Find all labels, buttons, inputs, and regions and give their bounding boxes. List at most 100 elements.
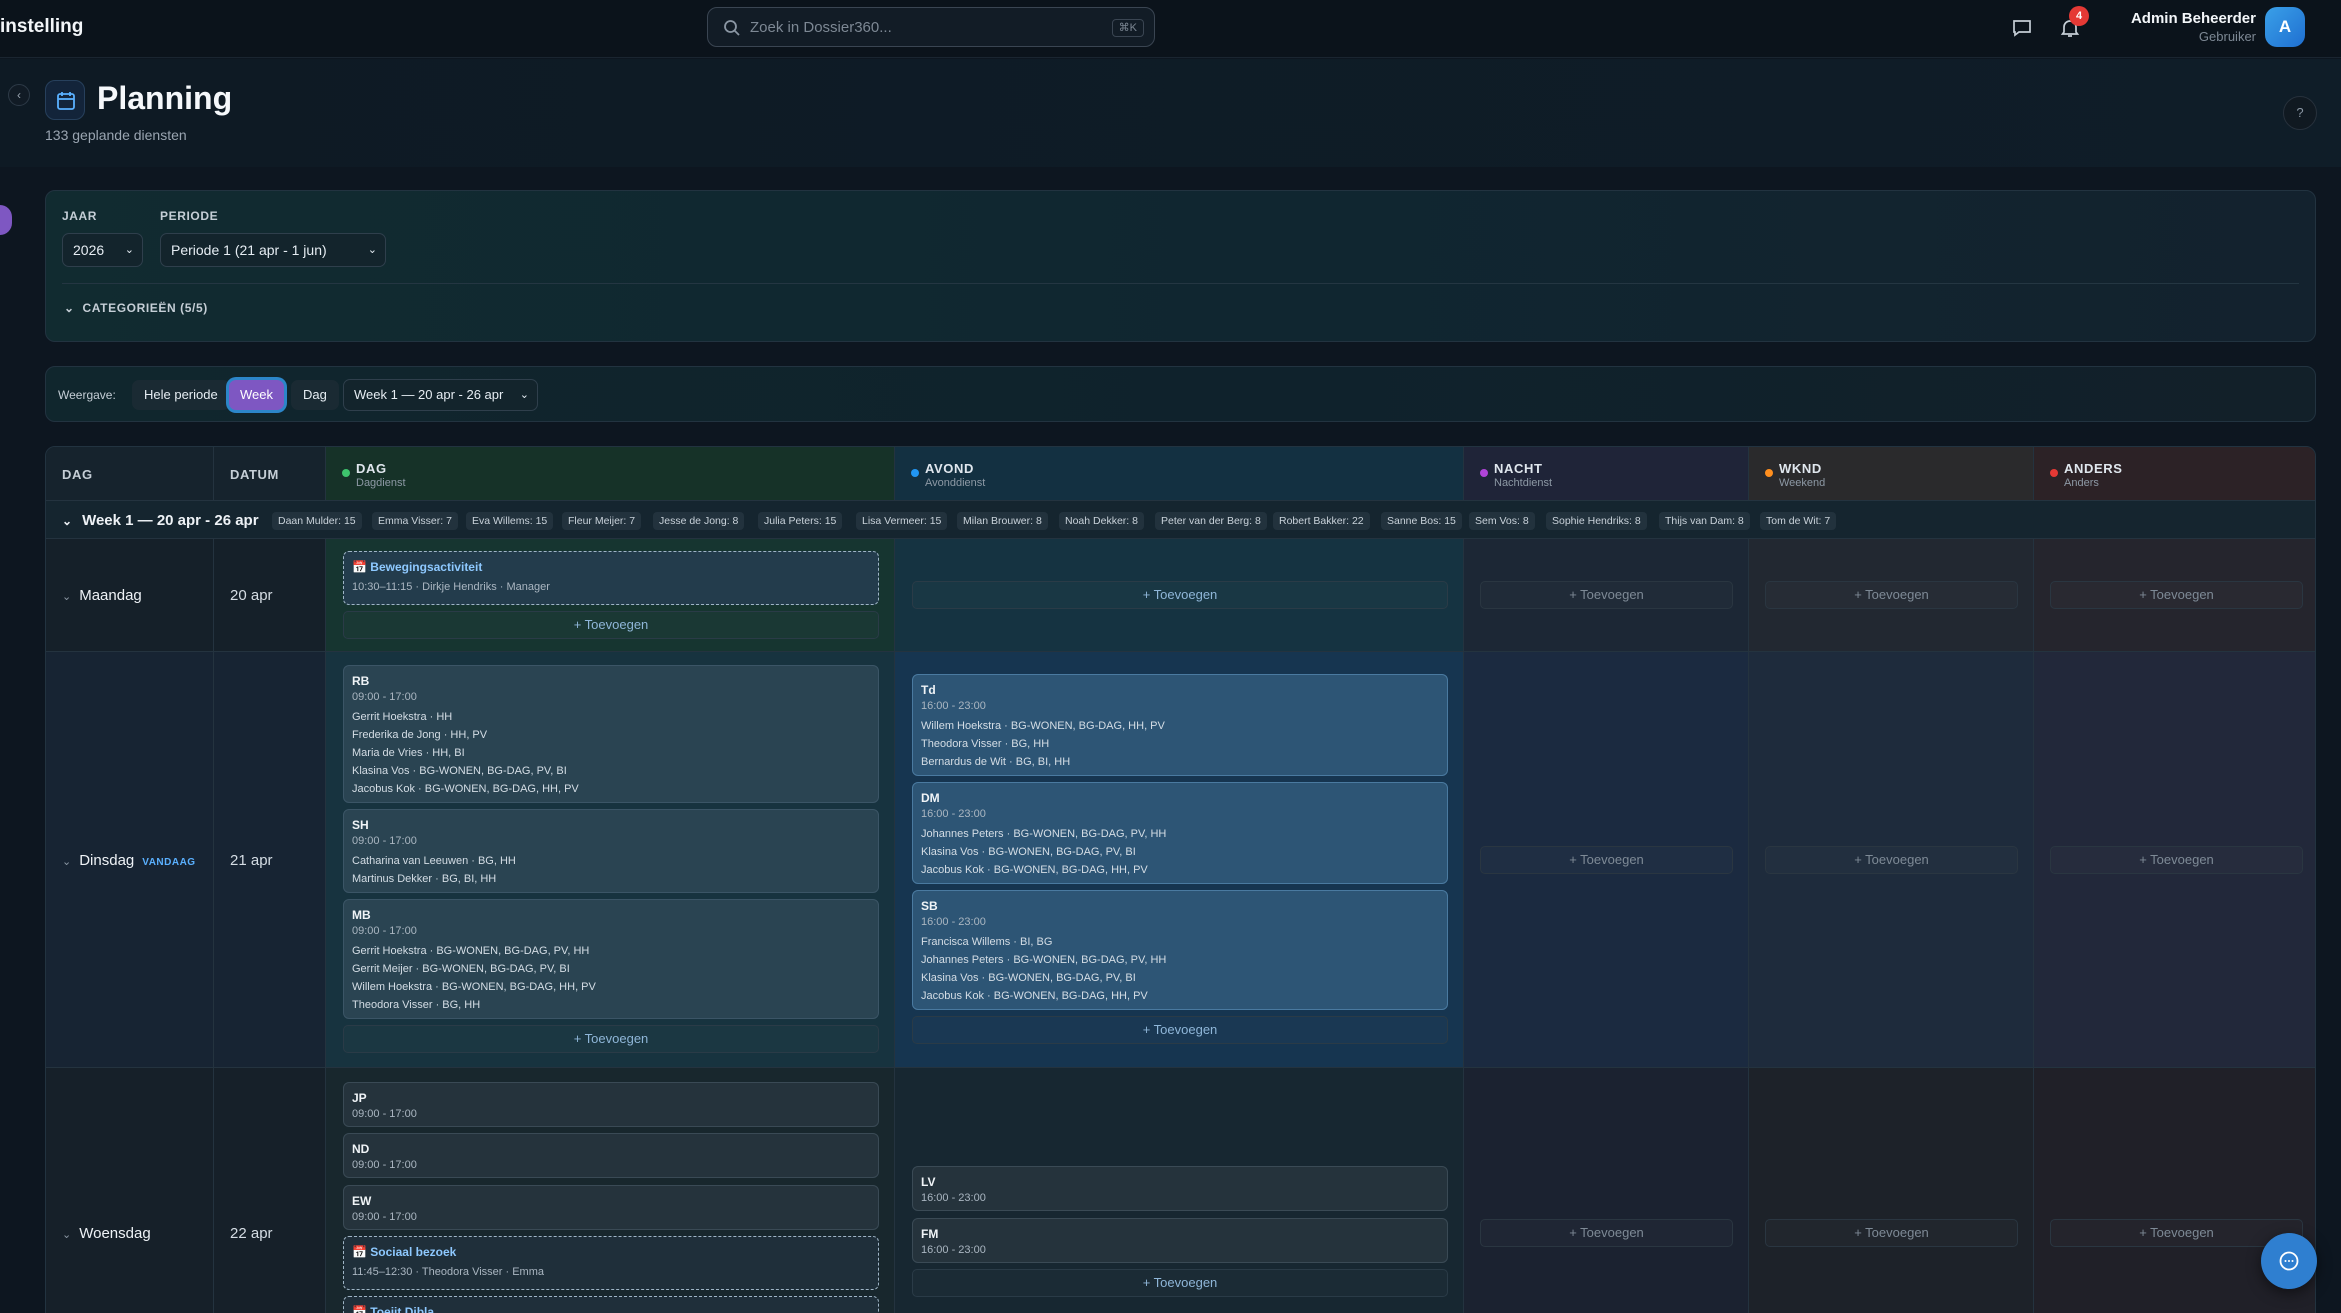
shift-person: Theodora Visser · BG, HH [921,738,1050,750]
day-date: 22 apr [230,1225,273,1242]
view-label: Weergave: [58,388,116,402]
avatar[interactable]: A [2265,7,2305,47]
add-button[interactable]: + Toevoegen [1765,581,2018,609]
shift-person: Theodora Visser · BG, HH [352,999,481,1011]
search-icon [724,20,740,36]
chat-button[interactable] [2261,1233,2317,1289]
week-select[interactable]: Week 1 — 20 apr - 26 apr ⌄ [343,379,538,411]
shift-code: Td [921,683,936,697]
shift-card[interactable]: JP 09:00 - 17:00 [343,1082,879,1127]
week-title: ⌄ Week 1 — 20 apr - 26 apr [62,512,259,529]
categories-toggle[interactable]: ⌄ CATEGORIEËN (5/5) [64,301,208,315]
shift-code: JP [352,1091,367,1105]
col-header-title: WKND [1779,461,1822,476]
shift-card[interactable]: EW 09:00 - 17:00 [343,1185,879,1230]
shift-person: Gerrit Hoekstra · HH [352,711,453,723]
week-value: Week 1 — 20 apr - 26 apr [354,387,504,402]
help-button[interactable]: ? [2283,96,2317,130]
add-button[interactable]: + Toevoegen [1765,846,2018,874]
shift-card[interactable]: RB 09:00 - 17:00 Gerrit Hoekstra · HH Fr… [343,665,879,803]
year-select[interactable]: 2026 ⌄ [62,233,143,267]
search-shortcut: ⌘K [1111,19,1144,37]
add-button[interactable]: + Toevoegen [343,1025,879,1053]
add-button[interactable]: + Toevoegen [912,581,1448,609]
activity-detail: 11:45–12:30 · Theodora Visser · Emma [352,1266,544,1278]
shift-person: Willem Hoekstra · BG-WONEN, BG-DAG, HH, … [352,981,596,993]
shift-time: 09:00 - 17:00 [352,1159,417,1171]
shift-card[interactable]: FM 16:00 - 23:00 [912,1218,1448,1263]
activity-card[interactable]: 📅 Sociaal bezoek 11:45–12:30 · Theodora … [343,1236,879,1290]
user-name[interactable]: Admin Beheerder [2131,10,2256,27]
collapse-sidebar-button[interactable]: ‹ [8,84,30,106]
col-header-anders: ANDERS Anders [2034,447,2315,501]
shift-card[interactable]: SH 09:00 - 17:00 Catharina van Leeuwen ·… [343,809,879,893]
activity-name: Toeiit Dibla [370,1305,435,1313]
shift-card[interactable]: SB 16:00 - 23:00 Francisca Willems · BI,… [912,890,1448,1010]
period-select[interactable]: Periode 1 (21 apr - 1 jun) ⌄ [160,233,386,267]
activity-title: 📅 Sociaal bezoek [352,1245,457,1259]
activity-card[interactable]: 📅 Bewegingsactiviteit 10:30–11:15 · Dirk… [343,551,879,605]
sidebar-handle[interactable] [0,205,12,235]
add-button[interactable]: + Toevoegen [1765,1219,2018,1247]
shift-code: LV [921,1175,936,1189]
chat-icon[interactable] [2010,16,2034,40]
add-button[interactable]: + Toevoegen [2050,846,2303,874]
shift-time: 16:00 - 23:00 [921,916,986,928]
year-label: JAAR [62,209,98,223]
staff-chip: Sophie Hendriks: 8 [1546,512,1647,530]
staff-chip: Julia Peters: 15 [758,512,843,530]
day-name[interactable]: ⌄ Woensdag [62,1225,151,1242]
col-header-avond: AVOND Avonddienst [895,447,1464,501]
shift-code: RB [352,674,370,688]
add-button[interactable]: + Toevoegen [343,611,879,639]
col-header-title: AVOND [925,461,974,476]
shift-person: Jacobus Kok · BG-WONEN, BG-DAG, HH, PV [921,990,1148,1002]
shift-person: Willem Hoekstra · BG-WONEN, BG-DAG, HH, … [921,720,1165,732]
day-name[interactable]: ⌄ Maandag [62,587,142,604]
chevron-down-icon: ⌄ [62,856,72,868]
view-option-period[interactable]: Hele periode [132,380,230,410]
activity-title: 📅 Toeiit Dibla [352,1305,870,1313]
day-name-text: Dinsdag [79,852,135,869]
shift-code: SB [921,899,938,913]
add-button[interactable]: + Toevoegen [912,1016,1448,1044]
add-button[interactable]: + Toevoegen [2050,581,2303,609]
add-button[interactable]: + Toevoegen [1480,581,1733,609]
shift-card[interactable]: Td 16:00 - 23:00 Willem Hoekstra · BG-WO… [912,674,1448,776]
col-header-label: DATUM [230,467,279,482]
filter-card: JAAR 2026 ⌄ PERIODE Periode 1 (21 apr - 1… [45,190,2316,342]
shift-person: Johannes Peters · BG-WONEN, BG-DAG, PV, … [921,954,1167,966]
staff-chip: Emma Visser: 7 [372,512,458,530]
view-option-week[interactable]: Week [229,380,284,410]
activity-card[interactable]: 📅 Toeiit Dibla [343,1296,879,1313]
week-row[interactable]: ⌄ Week 1 — 20 apr - 26 apr Daan Mulder: 1… [46,501,2315,539]
day-date: 21 apr [230,852,273,869]
shift-card[interactable]: ND 09:00 - 17:00 [343,1133,879,1178]
shift-person: Maria de Vries · HH, BI [352,747,465,759]
day-name-text: Maandag [79,587,142,604]
shift-time: 16:00 - 23:00 [921,1244,986,1256]
add-button[interactable]: + Toevoegen [1480,846,1733,874]
col-header-subtitle: Anders [2064,477,2099,489]
shift-person: Gerrit Meijer · BG-WONEN, BG-DAG, PV, BI [352,963,570,975]
chevron-down-icon: ⌄ [62,1229,72,1241]
shift-card[interactable]: DM 16:00 - 23:00 Johannes Peters · BG-WO… [912,782,1448,884]
user-role: Gebruiker [2198,29,2256,44]
period-label: PERIODE [160,209,219,223]
search-input[interactable]: Zoek in Dossier360... ⌘K [707,7,1155,47]
shift-card[interactable]: MB 09:00 - 17:00 Gerrit Hoekstra · BG-WO… [343,899,879,1019]
status-dot [911,469,919,477]
col-header-title: ANDERS [2064,461,2123,476]
shift-card[interactable]: LV 16:00 - 23:00 [912,1166,1448,1211]
view-option-day[interactable]: Dag [291,380,339,410]
add-button[interactable]: + Toevoegen [912,1269,1448,1297]
page-title: Planning [97,80,233,116]
add-button[interactable]: + Toevoegen [1480,1219,1733,1247]
view-card: Weergave: Hele periode Week Dag Week 1 —… [45,366,2316,422]
categories-label: CATEGORIEËN (5/5) [82,301,208,315]
shift-person: Klasina Vos · BG-WONEN, BG-DAG, PV, BI [921,846,1136,858]
add-button[interactable]: + Toevoegen [2050,1219,2303,1247]
day-name[interactable]: ⌄ Dinsdag VANDAAG [62,852,196,869]
notification-badge: 4 [2069,6,2089,26]
staff-chip: Fleur Meijer: 7 [562,512,642,530]
